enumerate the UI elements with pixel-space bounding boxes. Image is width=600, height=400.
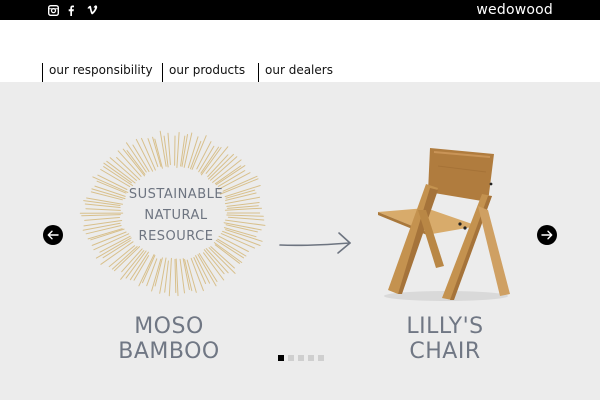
bamboo-stroke	[167, 132, 171, 166]
nav-item-our-dealers[interactable]: our dealers	[258, 63, 333, 82]
bamboo-stroke	[154, 138, 163, 169]
nav-item-our-responsibility[interactable]: our responsibility	[42, 63, 153, 82]
slider-prev-button[interactable]	[43, 225, 63, 245]
bamboo-slogan: SUSTAINABLE NATURAL RESOURCE	[116, 184, 236, 247]
slogan-line: SUSTAINABLE	[128, 187, 224, 202]
bamboo-stroke	[210, 156, 238, 181]
slider-dot[interactable]	[288, 355, 294, 361]
bamboo-stroke	[174, 258, 177, 293]
slider-pagination	[278, 355, 324, 361]
slider-dot[interactable]	[278, 355, 284, 361]
slider-next-button[interactable]	[537, 225, 557, 245]
lillys-chair-caption: LILLY'S CHAIR	[406, 314, 484, 364]
bamboo-stroke	[176, 132, 180, 168]
bamboo-stroke	[116, 157, 141, 181]
bamboo-stroke	[163, 135, 169, 168]
arrow-left-icon	[47, 230, 59, 240]
slogan-line: NATURAL	[144, 208, 208, 223]
moso-bamboo-caption: MOSO BAMBOO	[118, 314, 220, 364]
arrow-right-illustration	[279, 232, 351, 254]
arrow-right-icon	[541, 230, 553, 240]
slider-dot[interactable]	[308, 355, 314, 361]
main-nav: our responsibility our products our deal…	[0, 20, 600, 82]
bamboo-stroke	[159, 130, 167, 167]
nav-item-our-products[interactable]: our products	[162, 63, 245, 82]
bamboo-stroke	[164, 260, 169, 293]
bamboo-stroke	[84, 217, 120, 221]
bamboo-stroke	[168, 257, 172, 297]
slogan-line: RESOURCE	[138, 229, 214, 244]
bamboo-stroke	[147, 138, 159, 168]
bamboo-stroke	[81, 214, 121, 217]
top-bar: wedowood	[0, 0, 600, 20]
instagram-icon[interactable]	[46, 3, 60, 17]
bamboo-stroke	[195, 255, 211, 284]
slider-dot[interactable]	[298, 355, 304, 361]
bamboo-stroke	[175, 258, 179, 297]
vimeo-icon[interactable]	[85, 3, 99, 17]
slider-dot[interactable]	[318, 355, 324, 361]
bamboo-stroke	[151, 258, 162, 292]
facebook-icon[interactable]	[64, 3, 78, 17]
bamboo-stroke	[152, 136, 162, 167]
brand-logo[interactable]: wedowood	[476, 0, 553, 20]
bamboo-stroke	[197, 254, 217, 287]
bamboo-stroke	[183, 132, 193, 168]
lillys-chair-image	[378, 148, 510, 301]
